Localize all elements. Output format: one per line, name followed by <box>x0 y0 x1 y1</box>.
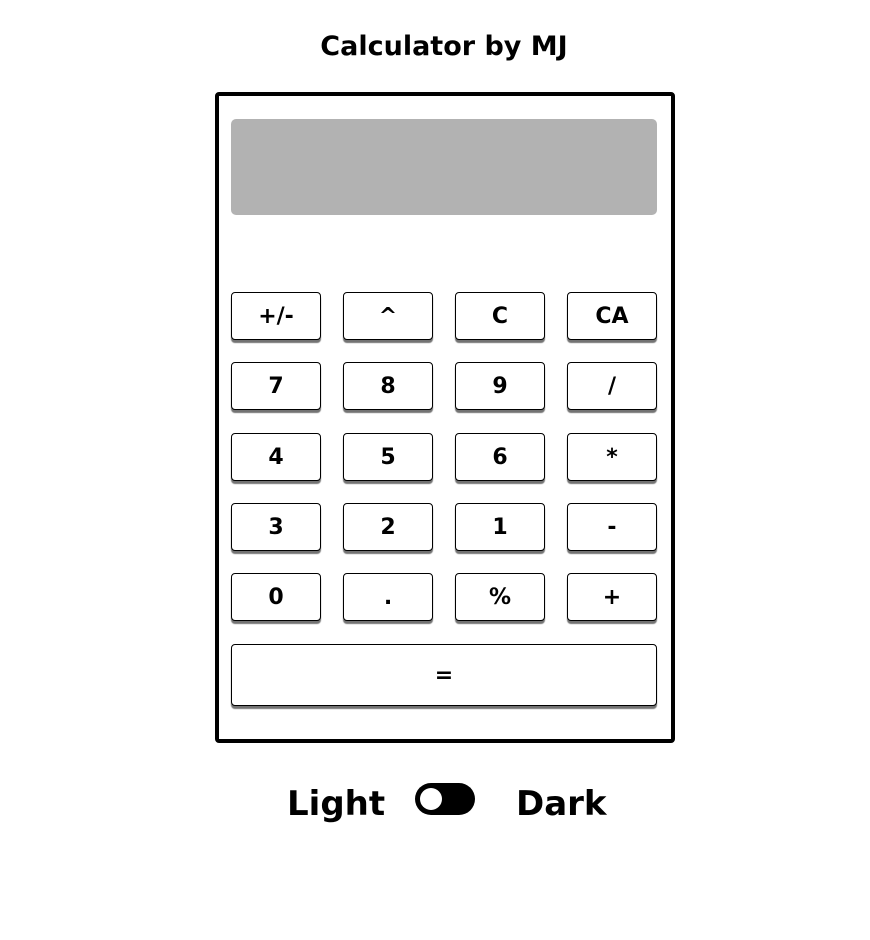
clear-all-button[interactable]: CA <box>567 292 657 340</box>
digit-3-button[interactable]: 3 <box>231 503 321 551</box>
calculator-body: +/- ^ C CA 7 8 9 / 4 5 6 * 3 2 1 - 0 . %… <box>215 92 675 743</box>
theme-switcher: Light Dark <box>0 778 870 828</box>
digit-0-button[interactable]: 0 <box>231 573 321 621</box>
theme-toggle[interactable] <box>415 783 475 815</box>
decimal-button[interactable]: . <box>343 573 433 621</box>
divide-button[interactable]: / <box>567 362 657 410</box>
toggle-sign-button[interactable]: +/- <box>231 292 321 340</box>
equals-button[interactable]: = <box>231 644 657 706</box>
digit-7-button[interactable]: 7 <box>231 362 321 410</box>
dark-theme-label: Dark <box>516 784 607 824</box>
percent-button[interactable]: % <box>455 573 545 621</box>
digit-6-button[interactable]: 6 <box>455 433 545 481</box>
digit-8-button[interactable]: 8 <box>343 362 433 410</box>
subtract-button[interactable]: - <box>567 503 657 551</box>
add-button[interactable]: + <box>567 573 657 621</box>
calculator-display <box>231 119 657 215</box>
digit-4-button[interactable]: 4 <box>231 433 321 481</box>
multiply-button[interactable]: * <box>567 433 657 481</box>
digit-1-button[interactable]: 1 <box>455 503 545 551</box>
digit-5-button[interactable]: 5 <box>343 433 433 481</box>
digit-2-button[interactable]: 2 <box>343 503 433 551</box>
page-title: Calculator by MJ <box>320 31 568 62</box>
digit-9-button[interactable]: 9 <box>455 362 545 410</box>
power-button[interactable]: ^ <box>343 292 433 340</box>
light-theme-label: Light <box>287 784 386 824</box>
toggle-knob <box>420 788 442 810</box>
clear-button[interactable]: C <box>455 292 545 340</box>
